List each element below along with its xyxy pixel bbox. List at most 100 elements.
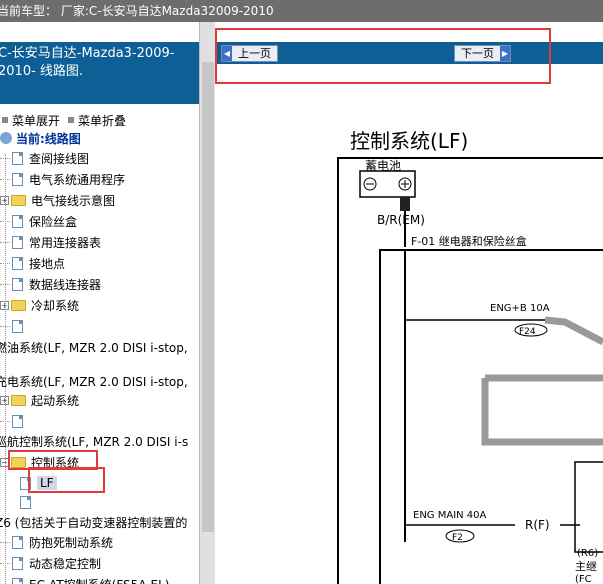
document-icon xyxy=(12,319,23,333)
menu-collapse-button[interactable]: 菜单折叠 xyxy=(78,112,126,129)
tree-folder[interactable]: + 电气接线示意图 xyxy=(0,190,115,210)
tree-item-label: EC-AT控制系统(FS5A-EL) xyxy=(29,576,170,584)
title-bar: 当前车型： 厂家:C-长安马自达Mazda32009-2010 xyxy=(0,0,603,22)
tree-item-label: 保险丝盒 xyxy=(29,214,78,229)
document-icon xyxy=(12,256,23,270)
tree-item-label: 查阅接线图 xyxy=(29,151,90,166)
tree-item-label: 电气接线示意图 xyxy=(31,193,116,208)
tree-item-label: 数据线连接器 xyxy=(29,277,102,292)
tree-item[interactable]: 防抱死制动系统 xyxy=(0,532,113,552)
document-icon xyxy=(12,172,23,186)
tree-connector xyxy=(0,241,10,243)
relay-box xyxy=(574,461,603,553)
tree-item-label: 充电系统(LF, MZR 2.0 DISI i-stop, xyxy=(0,374,188,389)
tree-item-label: 常用连接器表 xyxy=(29,235,102,250)
gray-wire xyxy=(544,316,603,346)
tree-item-label: 动态稳定控制 xyxy=(29,556,102,571)
scrollbar-thumb[interactable] xyxy=(202,62,214,532)
eng-main-label: ENG MAIN 40A xyxy=(413,510,487,521)
f24-label: F24 xyxy=(519,327,536,337)
document-icon xyxy=(12,277,23,291)
document-icon xyxy=(20,495,31,509)
sidebar-scrollbar[interactable] xyxy=(199,22,215,584)
tree-item[interactable]: 电气系统通用程序 xyxy=(0,169,125,189)
tree-item-label: 防抱死制动系统 xyxy=(29,535,114,550)
tree-current[interactable]: 当前:线路图 xyxy=(0,128,81,148)
main-relay-label: 主继 xyxy=(575,560,597,573)
tree-item-label: Z6 (包括关于自动变速器控制装置的 xyxy=(0,515,188,530)
tree-connector xyxy=(0,325,10,327)
tree-folder[interactable]: + 冷却系统 xyxy=(0,295,79,315)
fuse-box-label: F-01 继电器和保险丝盒 xyxy=(411,234,527,248)
tree-item-label: 起动系统 xyxy=(31,393,80,408)
tree-item[interactable]: 常用连接器表 xyxy=(0,232,101,252)
f2-label: F2 xyxy=(452,533,463,543)
tree-connector xyxy=(0,420,10,422)
current-page-icon xyxy=(0,132,12,144)
tree-current-label: 当前:线路图 xyxy=(16,131,81,146)
tree-connector xyxy=(0,562,10,564)
highlight-box xyxy=(215,28,551,84)
title-text: 当前车型： 厂家:C-长安马自达Mazda32009-2010 xyxy=(0,4,274,18)
tree-item[interactable]: 动态稳定控制 xyxy=(0,553,101,573)
tree-item[interactable]: 巡航控制系统(LF, MZR 2.0 DISI i-s xyxy=(0,431,188,451)
expand-icon[interactable]: + xyxy=(0,300,9,310)
tree-item[interactable]: 接地点 xyxy=(0,253,65,273)
tree-item-label: 接地点 xyxy=(29,256,66,271)
document-icon xyxy=(12,577,23,584)
tree-item[interactable] xyxy=(0,411,29,431)
bullet-icon xyxy=(68,117,75,123)
tree-item[interactable]: 充电系统(LF, MZR 2.0 DISI i-stop, xyxy=(0,371,188,391)
tree-item-label: 巡航控制系统(LF, MZR 2.0 DISI i-s xyxy=(0,434,189,449)
tree-connector xyxy=(0,178,10,180)
tree-item[interactable]: Z6 (包括关于自动变速器控制装置的 xyxy=(0,512,187,532)
sidebar-header-line1: C-长安马自达-Mazda3-2009- xyxy=(0,46,175,61)
sidebar-header-line2: 2010- 线路图. xyxy=(0,64,84,79)
tree-connector xyxy=(0,283,10,285)
gray-wire xyxy=(481,378,603,446)
tree-item[interactable] xyxy=(20,492,37,512)
bullet-icon xyxy=(2,117,8,123)
tree-item[interactable] xyxy=(0,316,29,336)
highlight-box xyxy=(28,467,105,493)
document-icon xyxy=(12,151,23,165)
folder-icon xyxy=(11,194,26,206)
wiring-diagram-svg: 蓄电池 B/R(EM) F-01 继电器和保险丝盒 ENG+B 10A F24 … xyxy=(337,157,603,584)
expand-icon[interactable]: + xyxy=(0,195,9,205)
wire-br-label: B/R(EM) xyxy=(377,213,425,227)
tree-item-label: 冷却系统 xyxy=(31,298,80,313)
sidebar: C-长安马自达-Mazda3-2009- 2010- 线路图. 菜单展开 菜单折… xyxy=(0,22,215,584)
rf-label: R(F) xyxy=(525,518,550,532)
fc-label: (FC xyxy=(575,574,592,584)
tree-connector xyxy=(0,541,10,543)
menu-expand-button[interactable]: 菜单展开 xyxy=(12,112,60,129)
document-icon xyxy=(12,214,23,228)
tree-folder[interactable]: + 起动系统 xyxy=(0,390,79,410)
document-icon xyxy=(12,535,23,549)
battery-terminal xyxy=(400,197,410,211)
expand-icon[interactable]: + xyxy=(0,395,9,405)
tree-item[interactable]: 查阅接线图 xyxy=(0,148,89,168)
tree-item[interactable]: 数据线连接器 xyxy=(0,274,101,294)
r6-label: (R6) xyxy=(577,548,598,559)
tree-connector xyxy=(0,157,10,159)
document-icon xyxy=(12,556,23,570)
tree-item[interactable]: EC-AT控制系统(FS5A-EL) xyxy=(0,574,170,584)
folder-icon xyxy=(11,394,26,406)
sidebar-header: C-长安马自达-Mazda3-2009- 2010- 线路图. xyxy=(0,42,199,104)
wiring-diagram: 控制系统(LF) 蓄电池 B/R(EM) F-01 继电器和保险丝盒 ENG+B… xyxy=(215,22,603,584)
tree-item[interactable]: 保险丝盒 xyxy=(0,211,77,231)
main-content: ◀ 上一页 下一页 ▶ 控制系统(LF) 蓄电池 B/R(EM) F-01 继电… xyxy=(215,22,603,584)
tree-connector xyxy=(0,262,10,264)
tree-connector xyxy=(0,220,10,222)
folder-icon xyxy=(11,299,26,311)
eng-b-label: ENG+B 10A xyxy=(490,303,550,314)
tree-item[interactable]: 燃油系统(LF, MZR 2.0 DISI i-stop, xyxy=(0,337,188,357)
document-icon xyxy=(12,414,23,428)
fuse-box-frame xyxy=(379,249,603,584)
battery-label: 蓄电池 xyxy=(365,159,401,173)
tree-item-label: 燃油系统(LF, MZR 2.0 DISI i-stop, xyxy=(0,340,188,355)
document-icon xyxy=(12,235,23,249)
tree-item-label: 电气系统通用程序 xyxy=(29,172,126,187)
menu-row: 菜单展开 菜单折叠 xyxy=(0,110,199,130)
